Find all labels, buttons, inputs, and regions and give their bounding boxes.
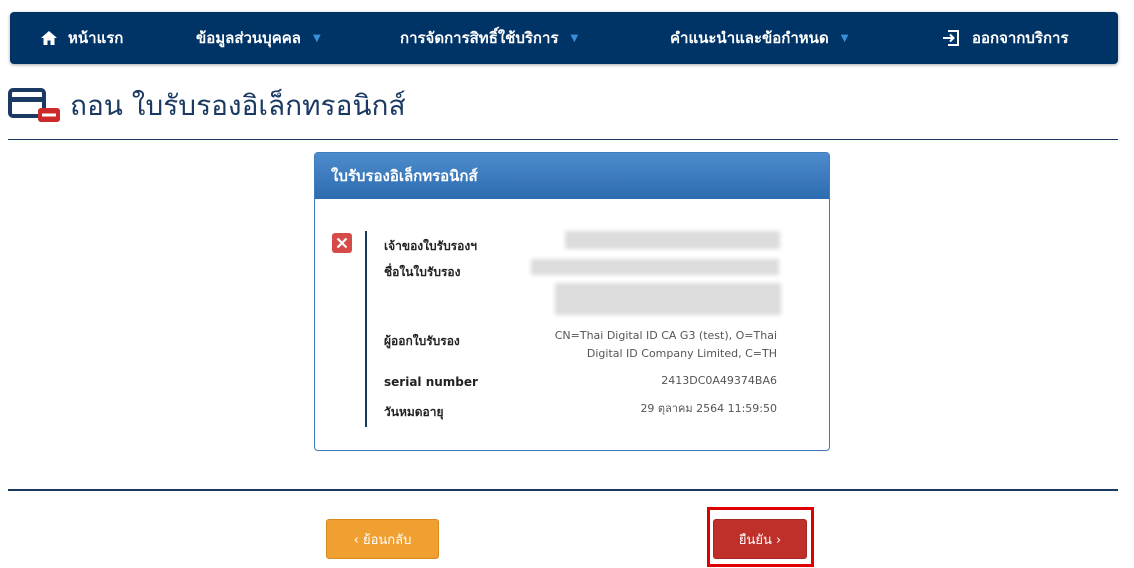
expiry-label: วันหมดอายุ bbox=[384, 405, 444, 419]
nav-logout-label: ออกจากบริการ bbox=[972, 29, 1069, 47]
nav-guide[interactable]: คำแนะนำและข้อกำหนด ▼ bbox=[670, 12, 848, 64]
serial-label: serial number bbox=[384, 375, 478, 389]
nav-rights-label: การจัดการสิทธิ์ใช้บริการ bbox=[400, 29, 559, 47]
serial-value: 2413DC0A49374BA6 bbox=[661, 374, 777, 387]
bottom-divider bbox=[8, 489, 1118, 491]
issuer-line-1: CN=Thai Digital ID CA G3 (test), O=Thai bbox=[554, 329, 777, 342]
card-remove-icon bbox=[8, 88, 60, 122]
nav-personal[interactable]: ข้อมูลส่วนบุคคล ▼ bbox=[196, 12, 321, 64]
logout-icon bbox=[943, 30, 959, 46]
issuer-value: CN=Thai Digital ID CA G3 (test), O=Thai … bbox=[555, 327, 777, 363]
caret-down-icon: ▼ bbox=[840, 32, 849, 44]
name-value-redacted-2 bbox=[555, 283, 781, 315]
issuer-label: ผู้ออกใบรับรอง bbox=[384, 334, 460, 348]
nav-home[interactable]: หน้าแรก bbox=[40, 12, 123, 64]
issuer-line-2: Digital ID Company Limited, C=TH bbox=[586, 347, 777, 360]
panel-vertical-rule bbox=[365, 231, 367, 427]
name-value-redacted-1 bbox=[531, 259, 779, 275]
nav-guide-label: คำแนะนำและข้อกำหนด bbox=[670, 29, 829, 47]
back-button[interactable]: ‹ ย้อนกลับ bbox=[326, 519, 439, 559]
title-divider bbox=[8, 139, 1118, 140]
certificate-panel: ใบรับรองอิเล็กทรอนิกส์ เจ้าของใบรับรองฯ … bbox=[314, 152, 830, 451]
confirm-button[interactable]: ยืนยัน › bbox=[713, 519, 807, 559]
caret-down-icon: ▼ bbox=[312, 32, 321, 44]
expiry-value: 29 ตุลาคม 2564 11:59:50 bbox=[640, 402, 777, 415]
owner-label: เจ้าของใบรับรองฯ bbox=[384, 239, 477, 253]
page-title-text: ถอน ใบรับรองอิเล็กทรอนิกส์ bbox=[70, 89, 406, 122]
name-label: ชื่อในใบรับรอง bbox=[384, 265, 461, 279]
nav-home-label: หน้าแรก bbox=[68, 29, 124, 47]
owner-value-redacted bbox=[565, 231, 780, 249]
nav-rights[interactable]: การจัดการสิทธิ์ใช้บริการ ▼ bbox=[400, 12, 578, 64]
nav-personal-label: ข้อมูลส่วนบุคคล bbox=[196, 29, 301, 47]
top-navbar: หน้าแรก ข้อมูลส่วนบุคคล ▼ การจัดการสิทธิ… bbox=[10, 12, 1118, 64]
panel-heading: ใบรับรองอิเล็กทรอนิกส์ bbox=[315, 153, 829, 199]
home-icon bbox=[41, 31, 57, 45]
nav-logout[interactable]: ออกจากบริการ bbox=[942, 12, 1069, 64]
caret-down-icon: ▼ bbox=[570, 32, 579, 44]
close-icon bbox=[332, 233, 352, 253]
page-title: ถอน ใบรับรองอิเล็กทรอนิกส์ bbox=[8, 78, 406, 134]
